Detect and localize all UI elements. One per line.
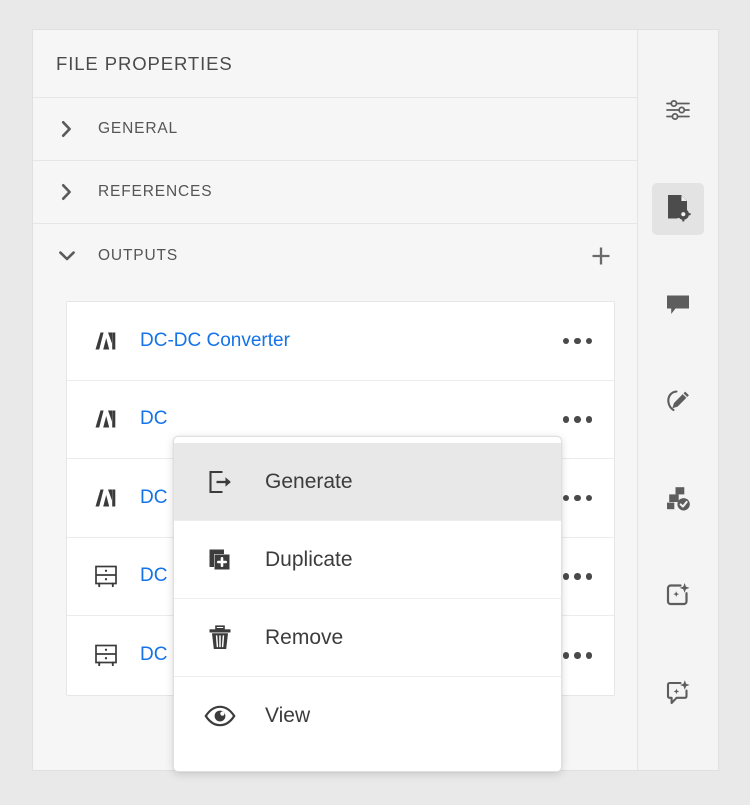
section-label-general: GENERAL <box>98 120 179 137</box>
rail-item-approvals[interactable] <box>652 474 704 526</box>
chevron-down-icon <box>56 245 78 267</box>
more-horizontal-icon[interactable] <box>561 489 595 508</box>
more-horizontal-icon[interactable] <box>561 332 595 351</box>
section-label-references: REFERENCES <box>98 183 213 200</box>
approvals-check-icon <box>663 483 693 518</box>
section-header-outputs[interactable]: OUTPUTS <box>33 224 637 287</box>
ai-generate-icon <box>663 580 693 615</box>
drawer-cabinet-icon <box>89 559 123 593</box>
rail-item-ai-generate[interactable] <box>652 571 704 623</box>
menu-item-view[interactable]: View <box>174 677 561 755</box>
sliders-icon <box>663 95 693 130</box>
page-title: FILE PROPERTIES <box>56 52 233 74</box>
output-name-link[interactable]: DC <box>140 408 561 430</box>
chevron-right-icon <box>56 118 78 140</box>
output-name-link[interactable]: DC-DC Converter <box>140 330 561 352</box>
rail-item-markup[interactable] <box>652 377 704 429</box>
altium-document-icon <box>89 402 123 436</box>
export-arrow-icon <box>200 462 240 502</box>
eye-icon <box>200 696 240 736</box>
menu-item-remove[interactable]: Remove <box>174 599 561 677</box>
right-icon-rail <box>638 30 718 770</box>
menu-item-label: Generate <box>265 469 353 493</box>
section-label-outputs: OUTPUTS <box>98 246 179 264</box>
comment-bubble-icon <box>663 289 693 324</box>
table-row[interactable]: DC-DC Converter <box>67 302 614 381</box>
app-root: FILE PROPERTIES GENERAL REFERENCES OUTPU… <box>0 0 750 805</box>
add-output-button[interactable] <box>588 243 614 269</box>
trash-icon <box>200 618 240 658</box>
rail-item-comments[interactable] <box>652 280 704 332</box>
ai-chat-icon <box>663 677 693 712</box>
chevron-right-icon <box>56 181 78 203</box>
rail-item-file-properties[interactable] <box>652 183 704 235</box>
altium-document-icon <box>89 481 123 515</box>
markup-pencil-icon <box>663 386 693 421</box>
file-properties-icon <box>662 191 694 228</box>
more-horizontal-icon[interactable] <box>561 646 595 665</box>
section-header-general[interactable]: GENERAL <box>33 98 637 161</box>
section-header-references[interactable]: REFERENCES <box>33 161 637 224</box>
altium-document-icon <box>89 324 123 358</box>
menu-item-label: Duplicate <box>265 547 353 571</box>
menu-item-duplicate[interactable]: Duplicate <box>174 521 561 599</box>
more-horizontal-icon[interactable] <box>561 410 595 429</box>
plus-icon <box>592 247 610 264</box>
menu-item-label: View <box>265 704 311 727</box>
panel-header: FILE PROPERTIES <box>33 30 637 98</box>
rail-item-sliders[interactable] <box>652 86 704 138</box>
menu-item-label: Remove <box>265 625 344 649</box>
more-horizontal-icon[interactable] <box>561 567 595 586</box>
drawer-cabinet-icon <box>89 638 123 672</box>
rail-item-ai-chat[interactable] <box>652 668 704 720</box>
duplicate-icon <box>200 540 240 580</box>
output-context-menu: Generate Duplicate Remove View <box>173 436 562 772</box>
menu-item-generate[interactable]: Generate <box>174 443 561 521</box>
